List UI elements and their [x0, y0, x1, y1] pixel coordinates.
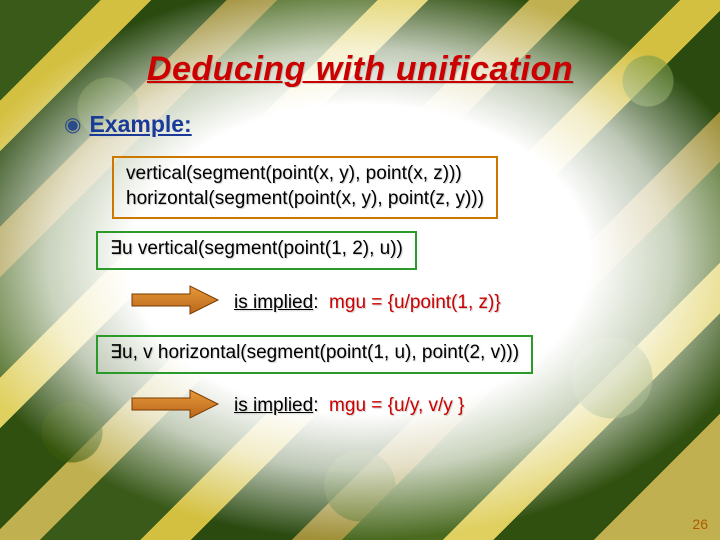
definitions-box: vertical(segment(point(x, y), point(x, z…	[112, 156, 498, 219]
query-box-2-row: ∃u, v horizontal(segment(point(1, u), po…	[60, 335, 660, 374]
query-box-2: ∃u, v horizontal(segment(point(1, u), po…	[96, 335, 533, 374]
result-2-label: is implied	[234, 395, 313, 416]
example-heading-row: ◉ Example:	[64, 111, 660, 138]
result-2-mgu: mgu = {u/y, v/y }	[329, 395, 464, 416]
def-line-1: vertical(segment(point(x, y), point(x, z…	[126, 162, 484, 187]
result-1-text: is implied: mgu = {u/point(1, z)}	[234, 292, 501, 314]
result-2-colon: :	[313, 395, 318, 416]
result-2-row: is implied: mgu = {u/y, v/y }	[130, 386, 660, 427]
result-1-colon: :	[313, 292, 318, 313]
example-label: Example:	[89, 111, 191, 138]
definitions-box-row: vertical(segment(point(x, y), point(x, z…	[60, 156, 660, 219]
page-title: Deducing with unification	[60, 50, 660, 89]
result-1-row: is implied: mgu = {u/point(1, z)}	[130, 282, 660, 323]
def-line-2: horizontal(segment(point(x, y), point(z,…	[126, 187, 484, 212]
result-2-text: is implied: mgu = {u/y, v/y }	[234, 395, 464, 417]
arrow-icon	[130, 386, 220, 427]
bullet-icon: ◉	[64, 112, 81, 137]
result-1-label: is implied	[234, 292, 313, 313]
query-box-1: ∃u vertical(segment(point(1, 2), u))	[96, 231, 417, 270]
arrow-icon	[130, 282, 220, 323]
slide-content-area: Deducing with unification ◉ Example: ver…	[0, 0, 720, 540]
query-box-1-row: ∃u vertical(segment(point(1, 2), u))	[60, 231, 660, 270]
page-number: 26	[692, 516, 708, 532]
result-1-mgu: mgu = {u/point(1, z)}	[329, 292, 501, 313]
